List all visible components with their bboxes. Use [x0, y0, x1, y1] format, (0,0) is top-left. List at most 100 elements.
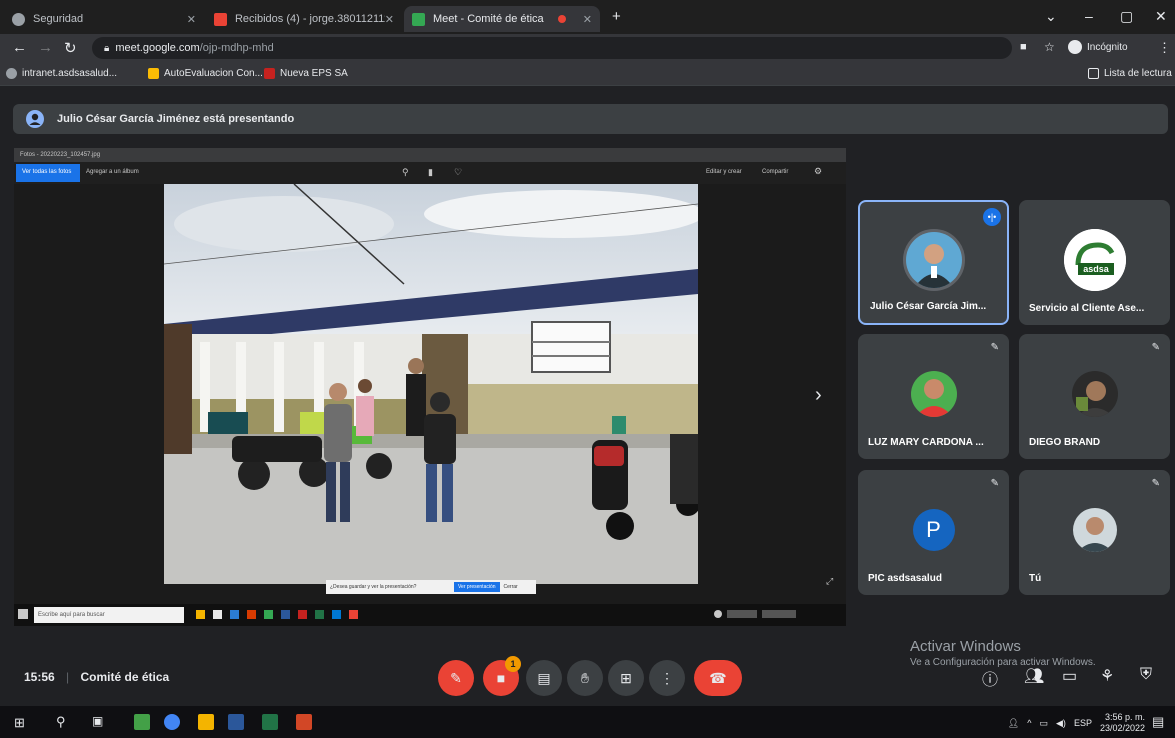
app-icon	[281, 610, 290, 619]
new-tab-button[interactable]: +	[612, 8, 621, 25]
participant-tile-servicio[interactable]: asdsa Servicio al Cliente Ase...	[1019, 200, 1170, 325]
people-icon[interactable]: 👥︎	[1024, 666, 1044, 686]
back-icon[interactable]: ←	[12, 39, 27, 56]
close-window-icon[interactable]: ✕	[1155, 8, 1167, 25]
shared-viewer-notice: ¿Desea guardar y ver la presentación? Ve…	[326, 580, 536, 594]
shared-taskbar-apps	[196, 610, 358, 619]
presenting-text: Julio César García Jiménez está presenta…	[57, 113, 295, 125]
avatar	[1071, 371, 1118, 417]
menu-icon[interactable]: ⋮	[1158, 40, 1171, 56]
forward-icon[interactable]: →	[38, 39, 53, 56]
participant-tile-diego[interactable]: ✎ DIEGO BRAND	[1019, 334, 1170, 459]
app-icon	[230, 610, 239, 619]
tab-meet[interactable]: Meet - Comité de ética ✕	[404, 6, 600, 32]
meeting-title: Comité de ética	[80, 670, 170, 684]
search-icon[interactable]: ⚲	[56, 714, 66, 730]
gmail-icon	[214, 12, 227, 26]
app-icon	[315, 610, 324, 619]
close-icon[interactable]: ✕	[385, 13, 394, 26]
bookmark-intranet[interactable]: intranet.asdsasalud...	[6, 68, 117, 79]
participant-tile-pic[interactable]: ✎ P PIC asdsasalud	[858, 470, 1009, 595]
host-controls-icon[interactable]: ⛨	[1140, 666, 1152, 684]
activities-icon[interactable]: ⚘	[1100, 666, 1114, 686]
shared-screen: Fotos - 20220223_102457.jpg Ver todas la…	[14, 148, 846, 642]
more-options-button[interactable]: ⋮	[649, 660, 685, 696]
incognito-icon	[1068, 40, 1082, 54]
chevron-down-icon[interactable]: ⌄	[1045, 8, 1057, 25]
network-icon[interactable]: ▭	[1040, 718, 1049, 729]
shared-view-all-button: Ver todas las fotos	[16, 164, 80, 182]
app-icon	[332, 610, 341, 619]
reading-list-button[interactable]: Lista de lectura	[1088, 68, 1172, 79]
shared-notice-ok: Ver presentación	[454, 582, 500, 592]
presenter-avatar-icon	[25, 109, 45, 129]
captions-button[interactable]: ▤	[526, 660, 562, 696]
chrome-icon[interactable]	[164, 714, 180, 730]
tab-gmail[interactable]: Recibidos (4) - jorge.380112111 ✕	[206, 6, 402, 32]
chevron-right-icon[interactable]: ›	[815, 384, 822, 407]
participant-name: Tú	[1029, 573, 1042, 584]
present-button[interactable]: ⊞	[608, 660, 644, 696]
participant-tile-luz-mary[interactable]: ✎ LUZ MARY CARDONA ...	[858, 334, 1009, 459]
speaking-indicator-icon: •|•	[983, 208, 1001, 226]
bookmarks-bar: intranet.asdsasalud... AutoEvaluacion Co…	[0, 62, 1175, 86]
shared-start-icon	[18, 609, 28, 619]
meet-window: Julio César García Jiménez está presenta…	[0, 86, 1175, 706]
participant-tile-self[interactable]: ✎ Tú	[1019, 470, 1170, 595]
mic-off-icon: ✎	[1151, 478, 1160, 489]
address-bar[interactable]: 🔒︎ meet.google.com/ojp-mdhp-mhd	[92, 37, 1012, 59]
shared-notice-close: Cerrar	[503, 584, 518, 590]
volume-icon[interactable]: ◀)	[1056, 718, 1066, 729]
bookmark-nueva-eps[interactable]: Nueva EPS SA	[264, 68, 348, 79]
bookmark-autoevaluacion[interactable]: AutoEvaluacion Con...	[148, 68, 263, 79]
camera-icon[interactable]: ■	[1020, 41, 1027, 53]
word-icon[interactable]	[228, 714, 244, 730]
activate-windows-title: Activar Windows	[910, 638, 1021, 655]
meeting-clock: 15:56	[24, 670, 55, 684]
excel-icon[interactable]	[262, 714, 278, 730]
incognito-label[interactable]: Incógnito	[1087, 42, 1128, 53]
participant-photo-icon	[1071, 371, 1118, 417]
close-icon[interactable]: ✕	[187, 13, 196, 26]
avatar	[1072, 508, 1117, 552]
tab-label: Seguridad	[33, 13, 84, 25]
app-icon	[213, 610, 222, 619]
file-explorer-icon[interactable]	[198, 714, 214, 730]
people-icon[interactable]: 👤︎	[1008, 718, 1019, 729]
mic-toggle-button[interactable]: ✎	[438, 660, 474, 696]
taskbar-app-icon[interactable]	[134, 714, 150, 730]
info-icon[interactable]: ⓘ	[982, 666, 998, 690]
meet-icon	[412, 12, 425, 26]
shared-more-icon: ⚙	[814, 166, 823, 176]
lock-icon: 🔒︎	[104, 42, 110, 54]
windows-start-icon[interactable]: ⊞	[14, 715, 25, 731]
activate-windows-watermark: Activar Windows Ve a Configuración para …	[910, 638, 1096, 668]
participant-photo-icon	[910, 371, 957, 417]
task-view-icon[interactable]: ▣	[92, 714, 103, 728]
powerpoint-icon[interactable]	[296, 714, 312, 730]
avatar	[910, 371, 957, 417]
raise-hand-button[interactable]: ✋︎	[567, 660, 603, 696]
chat-icon[interactable]: ▭	[1062, 666, 1077, 686]
system-clock[interactable]: 3:56 p. m. 23/02/2022	[1100, 712, 1145, 734]
notifications-icon[interactable]: ▤	[1152, 714, 1164, 730]
street-photo-image	[164, 184, 698, 584]
participant-name: PIC asdsasalud	[868, 573, 942, 584]
hand-icon: ✋︎	[581, 669, 589, 686]
chevron-up-icon[interactable]: ^	[1027, 718, 1031, 728]
shared-tray	[714, 610, 796, 618]
reload-icon[interactable]: ↻	[64, 39, 77, 57]
star-icon[interactable]: ☆	[1044, 40, 1055, 54]
close-icon[interactable]: ✕	[583, 13, 592, 26]
tray-icon	[727, 610, 757, 618]
minimize-icon[interactable]: –	[1085, 8, 1093, 24]
tab-seguridad[interactable]: Seguridad ✕	[4, 6, 204, 32]
participant-photo-icon	[905, 232, 962, 289]
eps-icon	[264, 68, 275, 79]
participant-tile-julio[interactable]: •|• Julio César García Jim...	[858, 200, 1009, 325]
leave-call-button[interactable]: ☎︎	[694, 660, 742, 696]
present-icon: ⊞	[620, 669, 632, 686]
language-indicator[interactable]: ESP	[1074, 718, 1092, 728]
pencil-icon	[148, 68, 159, 79]
maximize-icon[interactable]: ▢	[1120, 8, 1133, 25]
